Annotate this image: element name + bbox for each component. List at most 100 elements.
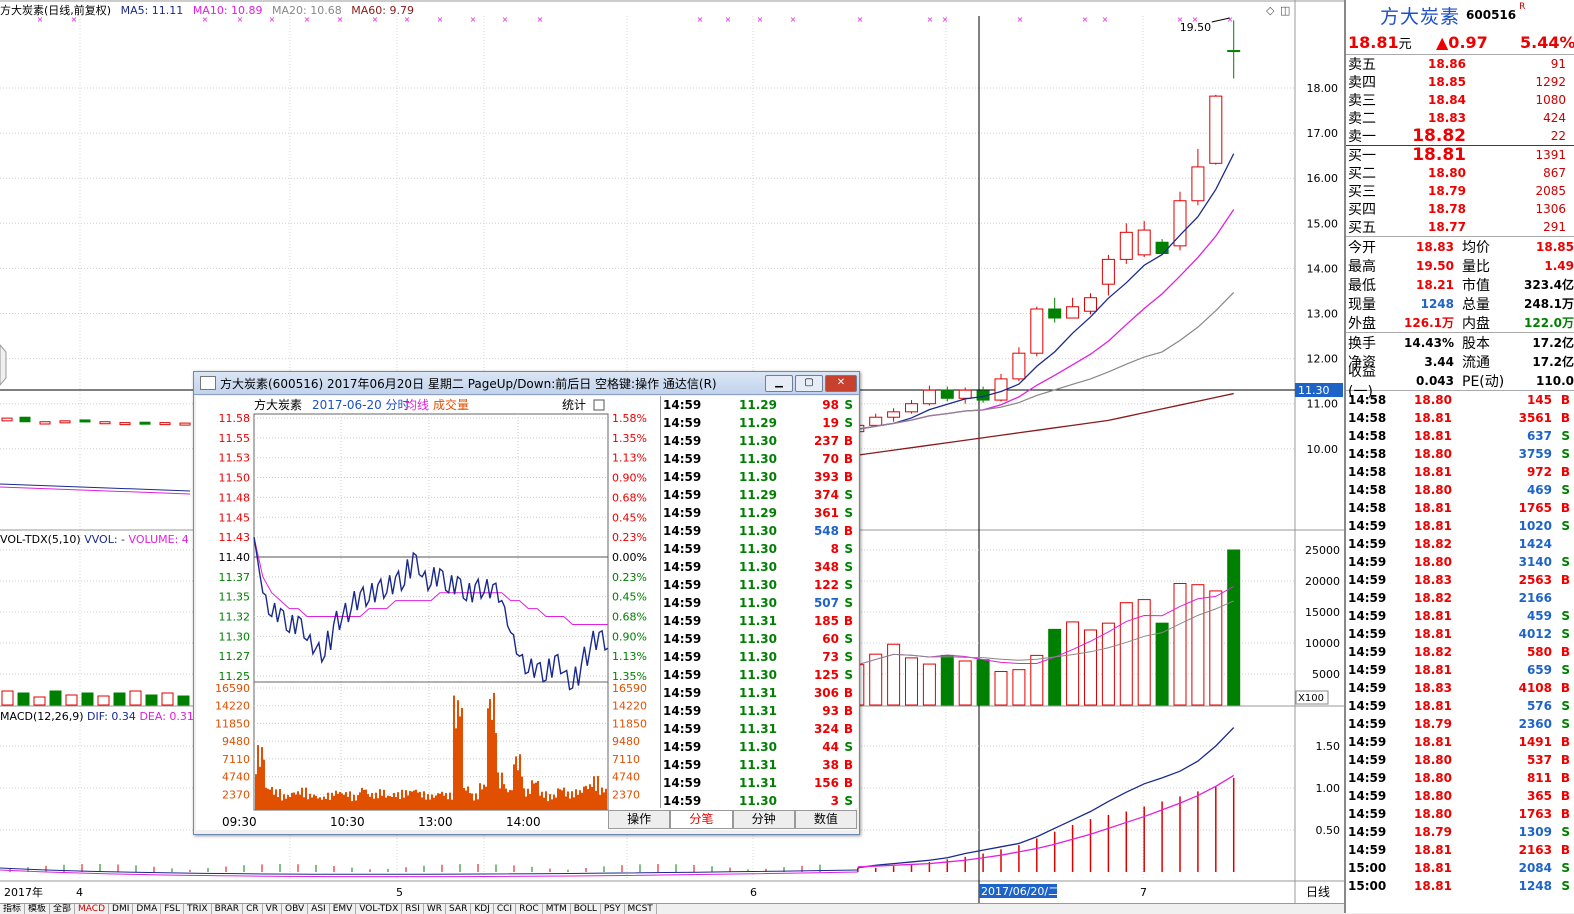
close-button[interactable]: ✕ xyxy=(825,375,857,392)
price-axis-label: 17.00 xyxy=(1307,127,1339,140)
tick-volume: 2166 xyxy=(1518,591,1552,605)
intraday-chart[interactable]: 方大炭素 2017-06-20 分时均线 成交量 统计 11.58 1.58% 11.55 1… xyxy=(196,396,660,830)
stats-block-2: 换手 14.43% 股本 17.2亿 净资 3.44 流通 17.2亿 收益(一) 0.043 PE… xyxy=(1346,333,1574,400)
stat-value: 17.2亿 xyxy=(1532,355,1574,369)
bid-row[interactable]: 买二 18.80 867 xyxy=(1346,164,1574,182)
tick-volume: 4108 xyxy=(1518,681,1552,695)
signal-marker: × xyxy=(1102,15,1109,24)
intraday-popup-window[interactable]: 方大炭素(600516) 2017年06月20日 星期二 PageUp/Down… xyxy=(193,371,860,835)
tick-price: 18.81 xyxy=(1414,663,1452,677)
intraday-volume-bar xyxy=(293,792,295,810)
candle-body xyxy=(1119,231,1133,260)
intraday-volume-bar xyxy=(573,797,575,810)
intraday-vol-label: 4740 xyxy=(612,771,640,784)
bid-row[interactable]: 买四 18.78 1306 xyxy=(1346,200,1574,218)
last-price-value: 18.81 xyxy=(1348,32,1399,52)
period-label: 日线 xyxy=(1306,885,1330,899)
intraday-volume-bar xyxy=(363,790,365,810)
volume-bar xyxy=(1173,582,1187,706)
intraday-volume-bar xyxy=(537,780,539,810)
signal-marker: × xyxy=(790,15,797,24)
popup-tick-price: 11.30 xyxy=(739,650,777,664)
intraday-volume-bar xyxy=(321,799,323,810)
ask-row[interactable]: 卖一 18.82 22 xyxy=(1346,126,1574,146)
intraday-volume-bar xyxy=(323,796,325,810)
intraday-pct-label: 0.23% xyxy=(612,571,647,584)
ask-row[interactable]: 卖五 18.86 91 xyxy=(1346,55,1574,73)
restore-button[interactable]: ▢ xyxy=(795,375,823,392)
popup-tab-分钟[interactable]: 分钟 xyxy=(732,810,795,829)
minimize-button[interactable]: ▁ xyxy=(765,375,793,392)
last-price: 18.81元 xyxy=(1348,33,1436,52)
popup-tick-time: 14:59 xyxy=(663,506,702,520)
volume-bar xyxy=(1048,628,1062,706)
popup-tick-price: 11.30 xyxy=(739,632,777,646)
intraday-volume-bar xyxy=(405,790,407,810)
volume-unit-label: X100 xyxy=(1298,693,1324,704)
tick-price: 18.81 xyxy=(1414,627,1452,641)
tick-row: 14:59 18.80 811 B xyxy=(1346,769,1574,787)
tick-flag: B xyxy=(1560,789,1570,803)
intraday-volume-bar xyxy=(261,747,263,810)
volume-bar xyxy=(113,692,126,706)
popup-tab-数值[interactable]: 数值 xyxy=(794,810,857,829)
popup-tick-list[interactable]: 14:59 11.29 98 S 14:59 11.29 19 S 14:59 11.30 237 B… xyxy=(660,396,858,808)
tick-row: 14:59 18.81 1491 B xyxy=(1346,733,1574,751)
popup-titlebar[interactable]: 方大炭素(600516) 2017年06月20日 星期二 PageUp/Down… xyxy=(194,372,859,395)
tick-flag: B xyxy=(1560,771,1570,785)
volume-bar xyxy=(869,653,883,706)
bid-row[interactable]: 买五 18.77 291 xyxy=(1346,218,1574,236)
tick-row: 14:58 18.80 469 S xyxy=(1346,481,1574,499)
popup-tab-分笔[interactable]: 分笔 xyxy=(670,810,733,829)
price-axis-label: 16.00 xyxy=(1307,172,1339,185)
intraday-volume-bar xyxy=(519,754,521,810)
intraday-volume-bar xyxy=(483,784,485,810)
ma10-label: MA10: 10.89 xyxy=(192,4,263,17)
intraday-pct-label: 1.35% xyxy=(612,432,647,445)
intraday-volume-bar xyxy=(257,745,259,810)
tick-volume: 637 xyxy=(1526,429,1552,443)
bid-row[interactable]: 买三 18.79 2085 xyxy=(1346,182,1574,200)
intraday-volume-bar xyxy=(307,799,309,810)
ma10-line xyxy=(821,209,1235,432)
stat-label: 市值 xyxy=(1462,277,1490,294)
popup-tick-volume: 3 xyxy=(830,794,839,808)
order-price: 18.77 xyxy=(1428,220,1466,234)
stock-name: 方大炭素 xyxy=(1380,5,1461,28)
tick-flag: S xyxy=(1561,609,1570,623)
stat-value: 17.2亿 xyxy=(1532,336,1574,350)
ask-row[interactable]: 卖四 18.85 1292 xyxy=(1346,73,1574,91)
popup-tick-row: 14:59 11.29 374 S xyxy=(661,486,858,504)
intraday-volume-bar xyxy=(303,797,305,810)
intraday-volume-bar xyxy=(377,798,379,810)
candle-body xyxy=(1084,297,1097,312)
popup-tick-time: 14:59 xyxy=(663,794,702,808)
tick-time: 14:58 xyxy=(1348,411,1387,425)
ask-row[interactable]: 卖三 18.84 1080 xyxy=(1346,91,1574,109)
tick-flag: B xyxy=(1560,645,1570,659)
intraday-volume-bar xyxy=(553,794,555,810)
macd-header: MACD(12,26,9) DIF: 0.34 DEA: 0.31 xyxy=(0,710,194,723)
intraday-volume-bar xyxy=(399,799,401,810)
popup-tab-操作[interactable]: 操作 xyxy=(608,810,671,829)
intraday-volume-bar xyxy=(407,795,409,810)
tick-time: 14:59 xyxy=(1348,519,1387,533)
volume-bar xyxy=(177,695,190,706)
signal-marker: × xyxy=(757,15,764,24)
order-label: 卖一 xyxy=(1348,129,1376,145)
tick-flag: S xyxy=(1561,699,1570,713)
bid-row[interactable]: 买一 18.81 1391 xyxy=(1346,145,1574,165)
tick-list[interactable]: 14:58 18.80 145 B 14:58 18.81 3561 B 14:58 18.81 6… xyxy=(1346,391,1574,895)
ask-row[interactable]: 卖二 18.83 424 xyxy=(1346,109,1574,127)
popup-tick-flag: S xyxy=(844,596,853,610)
intraday-volume-bar xyxy=(561,790,563,810)
intraday-volume-bar xyxy=(325,798,327,810)
intraday-pct-label: 0.90% xyxy=(612,630,647,643)
intraday-volume-bar xyxy=(585,785,587,810)
order-volume: 2085 xyxy=(1535,184,1566,198)
intraday-volume-bar xyxy=(595,790,597,810)
tick-volume: 3759 xyxy=(1518,447,1552,461)
intraday-volume-bar xyxy=(511,790,513,810)
tick-row: 15:00 18.81 1248 S xyxy=(1346,877,1574,895)
window-icon: ◫ xyxy=(1280,4,1290,17)
